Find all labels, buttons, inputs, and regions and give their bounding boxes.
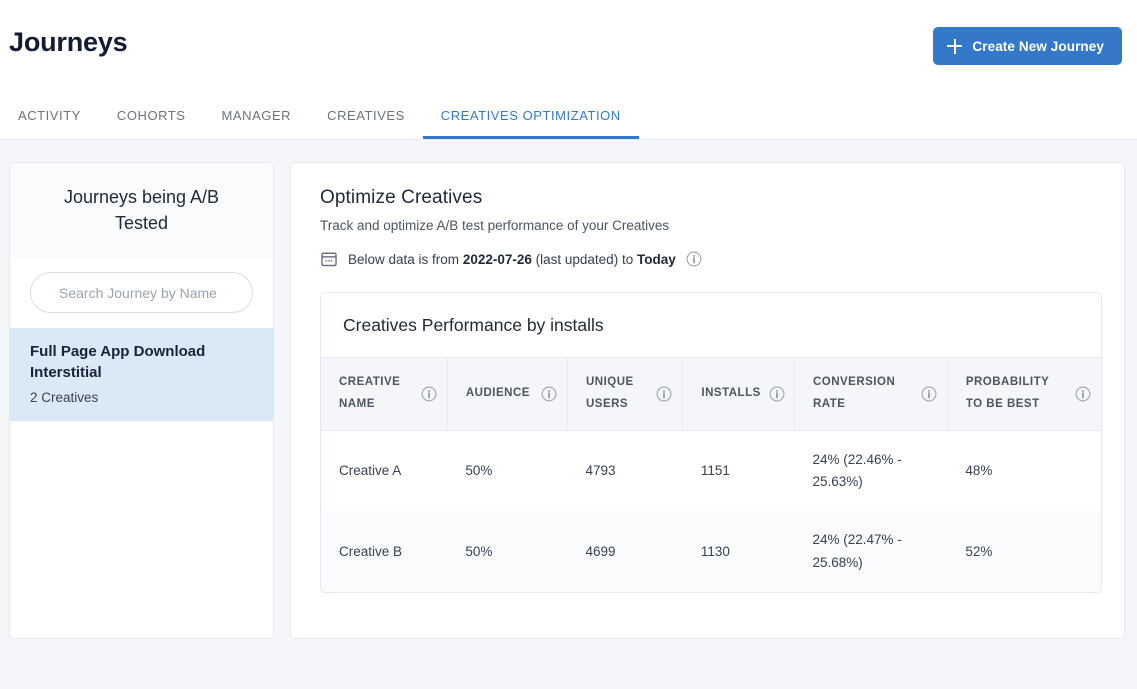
date-note-prefix: Below data is from [348, 252, 459, 267]
info-icon[interactable] [1075, 386, 1091, 402]
creatives-performance-panel: Creatives Performance by installs CREATI… [320, 292, 1102, 593]
table-row[interactable]: Creative A 50% 4793 1151 24% (22.46% - 2… [321, 430, 1101, 511]
search-icon[interactable] [246, 283, 253, 302]
column-header-probability-to-be-best[interactable]: PROBABILITY TO BE BEST [947, 358, 1101, 431]
column-label: AUDIENCE [466, 383, 530, 405]
cell-probability-to-be-best: 52% [947, 511, 1101, 592]
cell-unique-users: 4699 [567, 511, 682, 592]
top-header: Journeys Create New Journey ACTIVITY COH… [0, 0, 1137, 140]
cell-installs: 1130 [683, 511, 795, 592]
create-new-journey-button[interactable]: Create New Journey [933, 27, 1122, 65]
column-header-creative-name[interactable]: CREATIVE NAME [321, 358, 447, 431]
column-header-installs[interactable]: INSTALLS [683, 358, 795, 431]
column-header-audience[interactable]: AUDIENCE [447, 358, 567, 431]
calendar-icon [320, 250, 338, 268]
panel-subtitle: Track and optimize A/B test performance … [320, 218, 1102, 233]
page-title: Journeys [9, 27, 127, 58]
panel-title: Optimize Creatives [320, 187, 1102, 209]
cell-conversion-rate: 24% (22.46% - 25.63%) [794, 430, 947, 511]
info-icon[interactable] [921, 386, 937, 402]
date-range-note: Below data is from 2022-07-26 (last upda… [320, 250, 1102, 268]
tab-creatives-optimization[interactable]: CREATIVES OPTIMIZATION [423, 108, 639, 139]
tab-activity[interactable]: ACTIVITY [0, 108, 99, 139]
cell-creative-name: Creative A [321, 430, 447, 511]
date-note-text: Below data is from 2022-07-26 (last upda… [348, 252, 676, 267]
plus-icon [947, 39, 962, 54]
info-icon[interactable] [656, 386, 672, 402]
cell-creative-name: Creative B [321, 511, 447, 592]
column-label: CREATIVE NAME [339, 372, 413, 416]
table-body: Creative A 50% 4793 1151 24% (22.46% - 2… [321, 430, 1101, 592]
creatives-performance-table: CREATIVE NAME [321, 357, 1101, 592]
info-icon[interactable] [769, 386, 785, 402]
cell-unique-users: 4793 [567, 430, 682, 511]
journey-list-item[interactable]: Full Page App Download Interstitial 2 Cr… [10, 328, 273, 421]
journey-creatives-count: 2 Creatives [30, 390, 253, 405]
search-box[interactable] [30, 272, 253, 313]
column-label: UNIQUE USERS [586, 372, 648, 416]
column-label: INSTALLS [701, 383, 760, 405]
tab-bar: ACTIVITY COHORTS MANAGER CREATIVES CREAT… [0, 99, 639, 139]
table-panel-title: Creatives Performance by installs [321, 293, 1101, 357]
info-icon[interactable] [541, 386, 557, 402]
sidebar-heading: Journeys being A/B Tested [10, 163, 273, 258]
column-header-conversion-rate[interactable]: CONVERSION RATE [794, 358, 947, 431]
info-icon[interactable] [421, 386, 437, 402]
journey-name: Full Page App Download Interstitial [30, 341, 253, 384]
tab-cohorts[interactable]: COHORTS [99, 108, 204, 139]
cell-audience: 50% [447, 430, 567, 511]
date-note-info-icon[interactable] [686, 251, 702, 267]
table-header-row: CREATIVE NAME [321, 358, 1101, 431]
column-label: CONVERSION RATE [813, 372, 913, 416]
search-input[interactable] [31, 273, 246, 312]
tab-manager[interactable]: MANAGER [204, 108, 310, 139]
page-content: Journeys being A/B Tested Full Page App … [0, 140, 1137, 639]
table-header: CREATIVE NAME [321, 358, 1101, 431]
cell-conversion-rate: 24% (22.47% - 25.68%) [794, 511, 947, 592]
table-row[interactable]: Creative B 50% 4699 1130 24% (22.47% - 2… [321, 511, 1101, 592]
date-note-to: Today [637, 252, 676, 267]
column-header-unique-users[interactable]: UNIQUE USERS [567, 358, 682, 431]
cell-installs: 1151 [683, 430, 795, 511]
tab-creatives[interactable]: CREATIVES [309, 108, 423, 139]
date-note-from: 2022-07-26 [463, 252, 532, 267]
search-container [10, 258, 273, 328]
optimize-creatives-panel: Optimize Creatives Track and optimize A/… [290, 162, 1125, 639]
column-label: PROBABILITY TO BE BEST [966, 372, 1067, 416]
cell-audience: 50% [447, 511, 567, 592]
date-note-middle: (last updated) to [536, 252, 634, 267]
cell-probability-to-be-best: 48% [947, 430, 1101, 511]
journeys-sidebar: Journeys being A/B Tested Full Page App … [9, 162, 274, 639]
create-new-journey-label: Create New Journey [972, 39, 1104, 54]
